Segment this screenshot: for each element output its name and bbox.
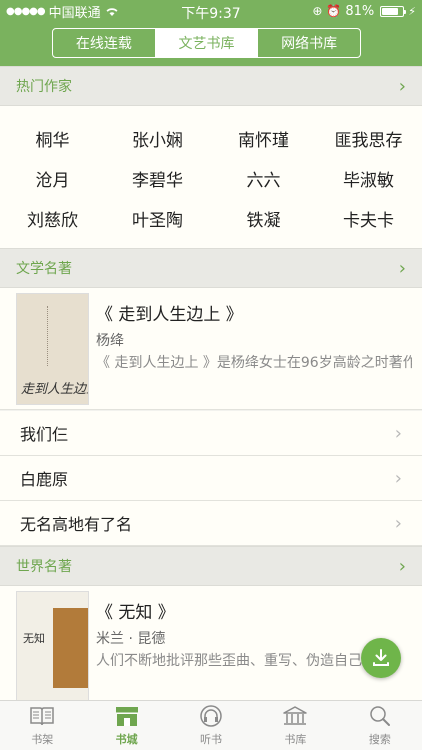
book-list-item[interactable]: 白鹿原 › <box>0 456 422 501</box>
chevron-right-icon: › <box>394 512 402 534</box>
tab-audiobooks[interactable]: 听书 <box>169 701 253 750</box>
author-link[interactable]: 匪我思存 <box>316 126 421 151</box>
book-author: 杨绛 <box>96 333 124 349</box>
section-title: 世界名著 <box>16 559 72 575</box>
tab-label: 搜索 <box>368 733 391 746</box>
segment-online-serial[interactable]: 在线连载 <box>53 29 156 57</box>
tab-label: 书架 <box>31 733 54 746</box>
tab-library[interactable]: 书库 <box>253 701 337 750</box>
cover-decoration <box>47 306 87 366</box>
chevron-right-icon: › <box>394 422 402 444</box>
status-bar: ●●●●● 中国联通 下午9:37 ⊕ ⏰ 81% ⚡ <box>0 0 422 23</box>
book-description: 《 走到人生边上 》是杨绛女士在96岁高龄之时著作 <box>96 355 412 371</box>
book-description: 人们不断地批评那些歪曲、重写、伪造自己的历史 <box>96 653 366 669</box>
book-icon <box>30 707 54 726</box>
featured-book-row[interactable]: 无知 《 无知 》 米兰 · 昆德 人们不断地批评那些歪曲、重写、伪造自己的历史 <box>0 586 422 708</box>
book-cover: 走到人生边上 <box>16 293 89 405</box>
book-title: 《 走到人生边上 》 <box>96 305 243 325</box>
book-list-title: 我们仨 <box>20 425 69 444</box>
download-button[interactable] <box>361 638 401 678</box>
tab-label: 书库 <box>284 733 307 746</box>
author-link[interactable]: 南怀瑾 <box>211 126 316 151</box>
bottom-tab-bar: 书架 书城 听书 书库 搜索 <box>0 700 422 750</box>
tab-bookshelf[interactable]: 书架 <box>0 701 84 750</box>
tab-label: 书城 <box>115 733 138 746</box>
top-header: ●●●●● 中国联通 下午9:37 ⊕ ⏰ 81% ⚡ 在线连载 文艺书库 网络… <box>0 0 422 66</box>
book-cover: 无知 <box>16 591 89 703</box>
world-classics-header[interactable]: 世界名著 › <box>0 546 422 586</box>
section-title: 文学名著 <box>16 261 72 277</box>
segment-literary-library[interactable]: 文艺书库 <box>155 29 259 57</box>
book-list-item[interactable]: 我们仨 › <box>0 411 422 456</box>
headphones-icon <box>200 705 222 727</box>
author-link[interactable]: 铁凝 <box>211 206 316 231</box>
author-link[interactable]: 张小娴 <box>105 126 210 151</box>
authors-grid: 桐华 张小娴 南怀瑾 匪我思存 沧月 李碧华 六六 毕淑敏 刘慈欣 叶圣陶 铁凝… <box>0 106 422 248</box>
tab-search[interactable]: 搜索 <box>338 701 422 750</box>
author-link[interactable]: 叶圣陶 <box>105 206 210 231</box>
chevron-right-icon: › <box>398 75 406 97</box>
tab-label: 听书 <box>200 733 223 746</box>
book-author: 米兰 · 昆德 <box>96 631 166 647</box>
search-icon <box>370 706 390 726</box>
featured-book-row[interactable]: 走到人生边上 《 走到人生边上 》 杨绛 《 走到人生边上 》是杨绛女士在96岁… <box>0 288 422 410</box>
section-title: 热门作家 <box>16 79 72 95</box>
author-link[interactable]: 桐华 <box>0 126 105 151</box>
download-icon <box>373 649 389 666</box>
store-icon <box>115 707 138 726</box>
author-link[interactable]: 卡夫卡 <box>316 206 421 231</box>
chevron-right-icon: › <box>398 257 406 279</box>
book-list-title: 白鹿原 <box>20 470 69 489</box>
chevron-right-icon: › <box>394 467 402 489</box>
book-list-title: 无名高地有了名 <box>20 515 133 534</box>
hot-authors-header[interactable]: 热门作家 › <box>0 66 422 106</box>
book-title: 《 无知 》 <box>96 603 175 623</box>
author-link[interactable]: 六六 <box>211 166 316 191</box>
status-time: 下午9:37 <box>181 6 241 22</box>
author-link[interactable]: 毕淑敏 <box>316 166 421 191</box>
battery-icon <box>380 5 407 17</box>
cover-art <box>53 608 88 688</box>
author-link[interactable]: 李碧华 <box>105 166 210 191</box>
library-segmented-control: 在线连载 文艺书库 网络书库 <box>52 28 361 58</box>
author-link[interactable]: 沧月 <box>0 166 105 191</box>
book-list-item[interactable]: 无名高地有了名 › <box>0 501 422 546</box>
cover-title: 无知 <box>23 632 45 645</box>
chevron-right-icon: › <box>398 555 406 577</box>
author-link[interactable]: 刘慈欣 <box>0 206 105 231</box>
tab-bookstore[interactable]: 书城 <box>84 701 168 750</box>
segment-web-library[interactable]: 网络书库 <box>258 29 360 57</box>
cover-title: 走到人生边上 <box>21 382 88 397</box>
literary-classics-header[interactable]: 文学名著 › <box>0 248 422 288</box>
library-icon <box>283 706 308 725</box>
